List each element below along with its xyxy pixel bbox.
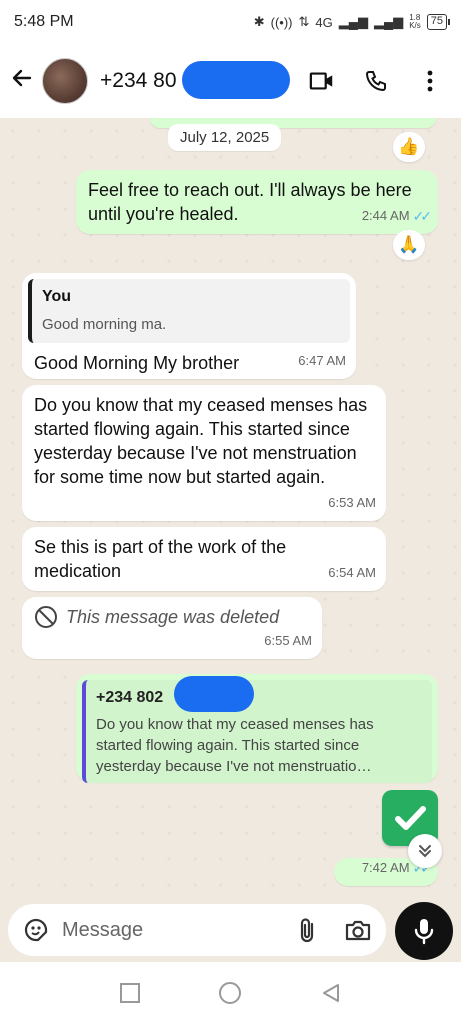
signal-icon: ▂▄▆ xyxy=(338,14,368,29)
system-icons: ✱ ((•)) ⇅ 4G ▂▄▆ ▂▄▆ 1.8 K/s 75 xyxy=(253,13,451,30)
input-actions xyxy=(296,916,372,944)
message-bubble-incoming[interactable]: Do you know that my ceased menses has st… xyxy=(22,385,386,521)
reaction-thumbs[interactable]: 👍 xyxy=(393,132,425,162)
status-time: 5:48 PM xyxy=(14,13,74,30)
back-arrow-icon[interactable] xyxy=(10,66,38,97)
signal-icon-2: ▂▄▆ xyxy=(373,14,404,29)
message-time: 6:54 AM xyxy=(328,565,376,580)
data-arrows-icon: ⇅ xyxy=(298,14,310,29)
camera-icon[interactable] xyxy=(344,917,372,943)
message-meta: 2:44 AM ✓✓ xyxy=(361,204,433,228)
check-mark-icon xyxy=(395,806,426,830)
deleted-message: This message was deleted xyxy=(34,605,310,629)
reaction-pray[interactable]: 🙏 xyxy=(393,230,425,260)
message-bubble-outgoing[interactable]: Feel free to reach out. I'll always be h… xyxy=(76,170,438,234)
hotspot-icon: ((•)) xyxy=(270,14,293,30)
battery-icon: 75 xyxy=(426,14,451,30)
read-ticks-icon: ✓✓ xyxy=(411,118,431,126)
video-call-icon[interactable] xyxy=(309,68,335,94)
deleted-text: This message was deleted xyxy=(66,607,280,627)
message-input-box[interactable]: Message xyxy=(8,904,386,956)
message-input[interactable]: Message xyxy=(62,919,143,942)
message-bubble-outgoing[interactable]: +234 802 Do you know that my ceased mens… xyxy=(76,674,438,783)
quoted-text: Good morning ma. xyxy=(42,316,167,333)
message-time: 6:53 AM xyxy=(328,495,376,510)
recents-icon[interactable] xyxy=(119,982,141,1004)
contact-name[interactable]: +234 80 xyxy=(100,61,290,99)
message-time: 6:47 AM xyxy=(298,353,346,368)
message-time: 7:42 AM xyxy=(361,860,410,875)
quoted-text: Do you know that my ceased menses has st… xyxy=(96,716,374,775)
quoted-sender-text: +234 802 xyxy=(96,689,164,706)
message-meta: 6:54 AM xyxy=(328,561,376,585)
system-nav-bar xyxy=(0,962,461,1024)
message-time: 2:44 AM xyxy=(360,118,408,126)
redaction-mark xyxy=(174,676,254,712)
quoted-sender: You xyxy=(42,288,72,305)
sticker-icon xyxy=(24,918,48,942)
voice-message-button[interactable] xyxy=(395,902,453,960)
speed-indicator: 1.8 K/s xyxy=(409,13,421,30)
network-type: 4G xyxy=(315,14,333,30)
deleted-message-bubble[interactable]: This message was deleted 6:55 AM xyxy=(22,597,322,659)
avatar[interactable] xyxy=(42,58,88,104)
status-bar: 5:48 PM ✱ ((•)) ⇅ 4G ▂▄▆ ▂▄▆ 1.8 K/s 75 xyxy=(0,0,461,44)
phone-call-icon[interactable] xyxy=(363,68,389,94)
message-meta: 6:53 AM xyxy=(328,491,376,515)
bluetooth-icon: ✱ xyxy=(253,14,265,29)
date-chip: July 12, 2025 xyxy=(168,124,282,151)
home-icon[interactable] xyxy=(218,981,242,1005)
message-bubble-incoming[interactable]: Se this is part of the work of the medic… xyxy=(22,527,386,591)
redaction-mark xyxy=(182,61,290,99)
chat-header: +234 80 xyxy=(0,44,461,118)
message-bubble-incoming[interactable]: You Good morning ma. Good Morning My bro… xyxy=(22,273,356,379)
read-ticks-icon: ✓✓ xyxy=(412,208,433,224)
quoted-sender: +234 802 xyxy=(96,676,422,712)
message-text: Se this is part of the work of the medic… xyxy=(34,537,287,581)
quoted-message[interactable]: +234 802 Do you know that my ceased mens… xyxy=(82,676,432,783)
message-meta: 6:55 AM xyxy=(264,629,312,653)
double-chevron-down-icon xyxy=(419,845,431,858)
contact-name-text: +234 80 xyxy=(100,69,177,92)
chat-area[interactable]: 2:44 AM ✓✓ July 12, 2025 👍 Feel free to … xyxy=(0,118,461,898)
message-meta: 6:47 AM xyxy=(298,349,346,373)
quoted-message[interactable]: You Good morning ma. xyxy=(28,279,350,343)
message-text: Do you know that my ceased menses has st… xyxy=(34,395,368,487)
input-bar: Message xyxy=(0,898,461,962)
microphone-icon xyxy=(414,919,434,945)
message-meta: 2:44 AM ✓✓ xyxy=(360,118,431,126)
back-nav-icon[interactable] xyxy=(320,982,342,1004)
message-time: 2:44 AM xyxy=(361,208,410,223)
attach-icon[interactable] xyxy=(296,916,318,944)
more-options-icon[interactable] xyxy=(417,68,443,94)
scroll-down-button[interactable] xyxy=(408,834,442,868)
blocked-icon xyxy=(35,606,57,628)
header-actions xyxy=(309,68,451,94)
message-time: 6:55 AM xyxy=(264,633,312,648)
